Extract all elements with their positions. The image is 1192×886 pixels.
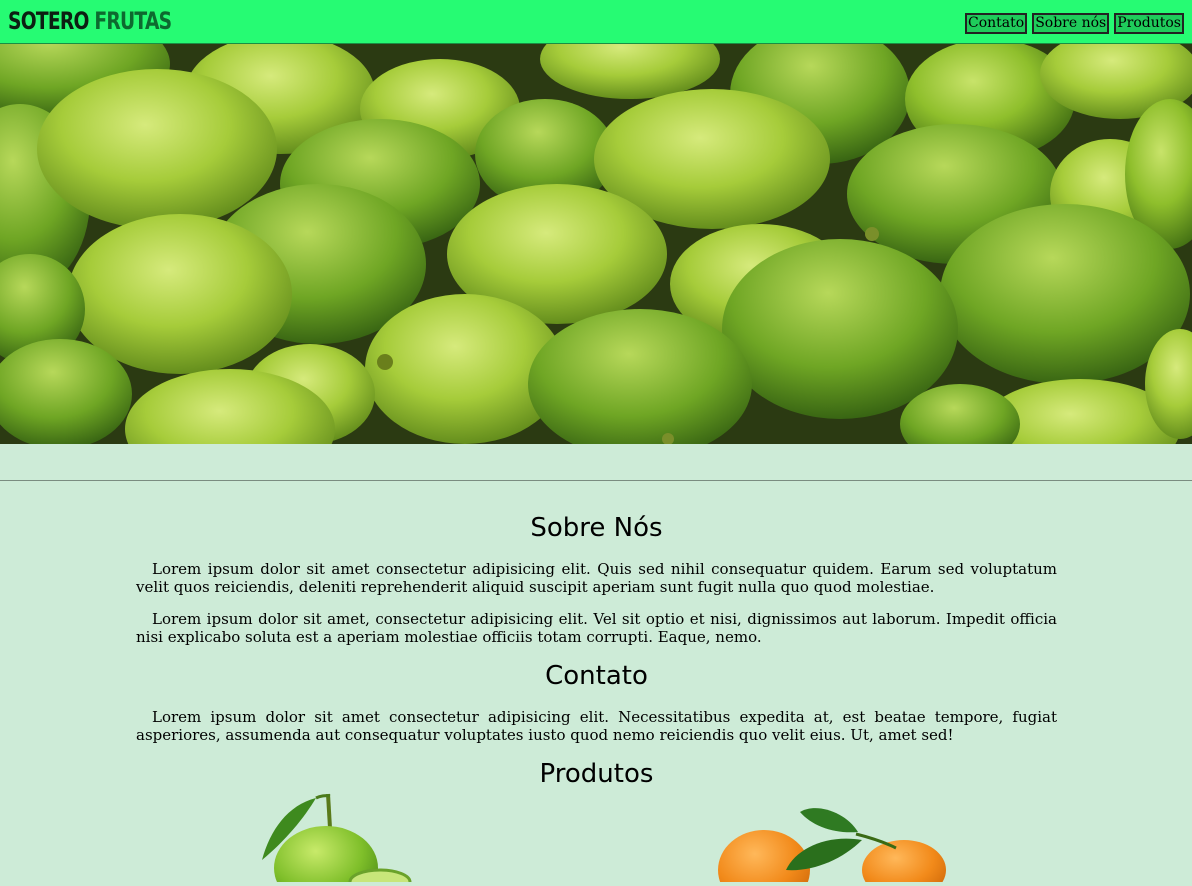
section-divider <box>0 480 1192 481</box>
nav-contato-button[interactable]: Contato <box>965 13 1028 34</box>
nav-sobre-nos-button[interactable]: Sobre nós <box>1032 13 1110 34</box>
orange-product-image <box>716 804 948 886</box>
logo-text-frutas: FRUTAS <box>94 7 172 35</box>
site-header: SOTERO FRUTAS Contato Sobre nós Produtos <box>0 0 1192 44</box>
sobre-nos-paragraph-1: Lorem ipsum dolor sit amet consectetur a… <box>136 560 1057 596</box>
contato-title: Contato <box>545 661 648 691</box>
produtos-title: Produtos <box>539 759 654 789</box>
sobre-nos-title: Sobre Nós <box>530 513 663 543</box>
main-content: Sobre Nós Lorem ipsum dolor sit amet con… <box>136 500 1057 792</box>
logo-text-sotero: SOTERO <box>8 7 89 35</box>
logo[interactable]: SOTERO FRUTAS <box>8 6 172 36</box>
nav-produtos-button[interactable]: Produtos <box>1114 13 1184 34</box>
contato-paragraph: Lorem ipsum dolor sit amet consectetur a… <box>136 708 1057 744</box>
lime-product-image <box>258 790 418 886</box>
hero-limes-image <box>0 44 1192 444</box>
sobre-nos-paragraph-2: Lorem ipsum dolor sit amet, consectetur … <box>136 610 1057 646</box>
products-gallery <box>0 790 1192 886</box>
main-nav: Contato Sobre nós Produtos <box>965 13 1184 34</box>
